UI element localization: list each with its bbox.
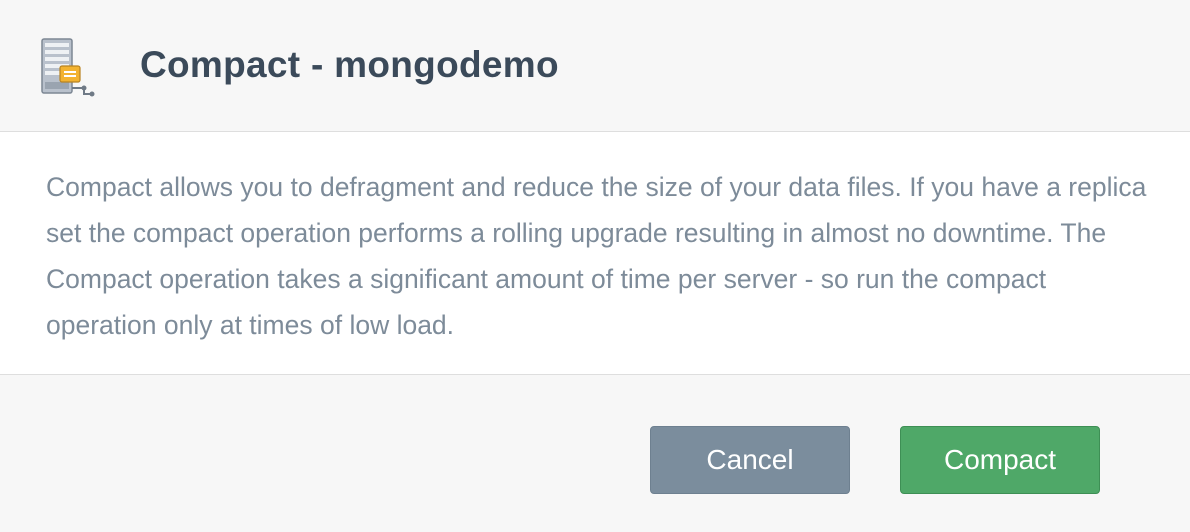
- dialog-footer: Cancel Compact: [0, 375, 1190, 532]
- server-compact-icon: [38, 36, 98, 100]
- compact-dialog: Compact - mongodemo Compact allows you t…: [0, 0, 1190, 532]
- dialog-header: Compact - mongodemo: [0, 0, 1190, 132]
- compact-button[interactable]: Compact: [900, 426, 1100, 494]
- dialog-title: Compact - mongodemo: [140, 44, 559, 85]
- dialog-description: Compact allows you to defragment and red…: [46, 172, 1147, 340]
- cancel-button[interactable]: Cancel: [650, 426, 850, 494]
- dialog-body: Compact allows you to defragment and red…: [0, 132, 1190, 375]
